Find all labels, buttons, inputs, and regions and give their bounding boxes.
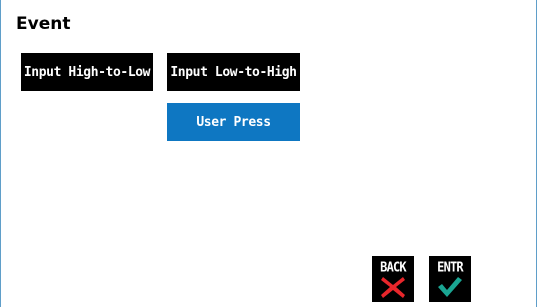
back-button[interactable]: BACK: [372, 256, 414, 302]
back-label: BACK: [380, 259, 406, 275]
input-high-to-low-button[interactable]: Input High-to-Low: [21, 53, 153, 91]
user-press-button[interactable]: User Press: [167, 103, 300, 141]
user-press-label: User Press: [196, 114, 271, 130]
x-icon: [381, 277, 405, 298]
enter-label: ENTR: [437, 259, 463, 275]
enter-button[interactable]: ENTR: [429, 256, 471, 302]
event-screen: Event Input High-to-Low Input Low-to-Hig…: [0, 0, 537, 307]
input-high-to-low-label: Input High-to-Low: [23, 64, 151, 80]
input-low-to-high-label: Input Low-to-High: [170, 64, 297, 80]
page-title: Event: [16, 14, 71, 34]
input-low-to-high-button[interactable]: Input Low-to-High: [167, 53, 300, 91]
check-icon: [438, 277, 462, 297]
